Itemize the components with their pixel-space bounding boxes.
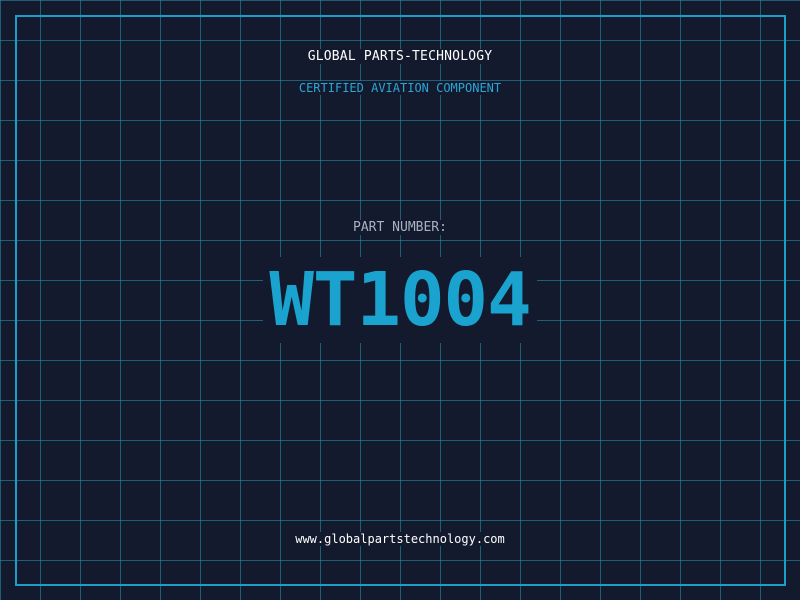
part-number-label: PART NUMBER:	[0, 219, 800, 237]
brand-title: GLOBAL PARTS-TECHNOLOGY	[0, 48, 800, 66]
website-url-text: www.globalpartstechnology.com	[293, 532, 507, 546]
part-number-value-text: WT1004	[263, 257, 537, 343]
certification-subtitle-text: CERTIFIED AVIATION COMPONENT	[296, 81, 504, 95]
part-number-value: WT1004	[0, 257, 800, 343]
website-url: www.globalpartstechnology.com	[0, 530, 800, 548]
part-number-label-text: PART NUMBER:	[351, 220, 449, 235]
brand-title-text: GLOBAL PARTS-TECHNOLOGY	[305, 49, 495, 64]
certification-subtitle: CERTIFIED AVIATION COMPONENT	[0, 79, 800, 97]
